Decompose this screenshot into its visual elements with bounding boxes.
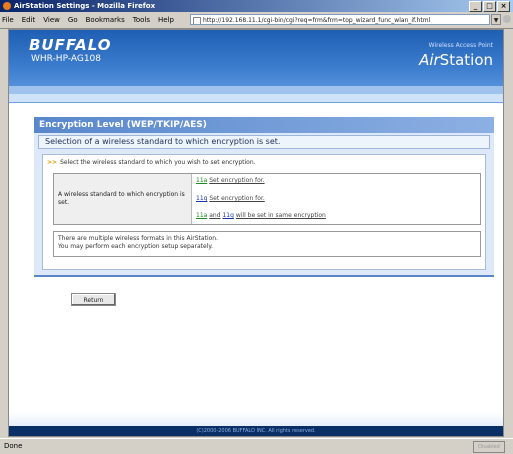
option-11a-11g[interactable]: 11a and 11g will be set in same encrypti… <box>196 212 326 219</box>
header-band-light <box>9 94 503 102</box>
model-name: WHR-HP-AG108 <box>31 54 102 64</box>
section-subtitle: Selection of a wireless standard to whic… <box>38 135 490 149</box>
row-label: A wireless standard to which encryption … <box>54 174 192 224</box>
info-note: There are multiple wireless formats in t… <box>53 231 481 257</box>
address-dropdown-icon[interactable]: ▼ <box>491 14 501 25</box>
standard-table: A wireless standard to which encryption … <box>53 173 481 225</box>
option-11g[interactable]: 11g Set encryption for. <box>196 195 265 202</box>
menu-go[interactable]: Go <box>68 16 78 24</box>
menu-help[interactable]: Help <box>158 16 174 24</box>
menu-bookmarks[interactable]: Bookmarks <box>86 16 125 24</box>
maximize-icon[interactable]: □ <box>483 1 496 12</box>
page-icon <box>193 17 201 24</box>
airstation-logo: AirStation <box>419 51 493 69</box>
encryption-card: Encryption Level (WEP/TKIP/AES) Selectio… <box>34 117 494 277</box>
status-text: Done <box>4 442 23 450</box>
status-indicator: Disabled <box>473 441 505 453</box>
menu-file[interactable]: File <box>2 16 14 24</box>
menu-bar: File Edit View Go Bookmarks Tools Help h… <box>0 13 513 29</box>
return-button[interactable]: Return <box>71 293 116 306</box>
address-text: http://192.168.11.1/cgi-bin/cgi?req=frm&… <box>203 17 431 24</box>
header-band <box>9 86 503 94</box>
menu-view[interactable]: View <box>43 16 60 24</box>
copyright-footer: (C)2000-2006 BUFFALO INC. All rights res… <box>9 426 503 436</box>
address-input[interactable]: http://192.168.11.1/cgi-bin/cgi?req=frm&… <box>190 14 490 25</box>
menu-edit[interactable]: Edit <box>22 16 36 24</box>
window-titlebar: AirStation Settings - Mozilla Firefox _ … <box>0 0 513 12</box>
close-icon[interactable]: × <box>497 1 510 12</box>
window-title: AirStation Settings - Mozilla Firefox <box>14 2 156 10</box>
footer-band <box>9 412 503 426</box>
buffalo-logo: BUFFALO <box>29 36 112 54</box>
hint-text: >> Select the wireless standard to which … <box>47 159 256 166</box>
selection-panel: >> Select the wireless standard to which … <box>42 154 486 270</box>
arrow-icon: >> <box>47 159 58 166</box>
firefox-icon <box>3 2 11 10</box>
page-viewport: BUFFALO WHR-HP-AG108 Wireless Access Poi… <box>8 29 504 437</box>
section-title: Encryption Level (WEP/TKIP/AES) <box>34 117 494 133</box>
stop-icon[interactable] <box>503 15 511 23</box>
status-bar: Done Disabled <box>0 438 513 454</box>
menu-tools[interactable]: Tools <box>133 16 150 24</box>
window-controls: _ □ × <box>469 1 510 12</box>
option-11a[interactable]: 11a Set encryption for. <box>196 177 265 184</box>
minimize-icon[interactable]: _ <box>469 1 482 12</box>
tagline: Wireless Access Point <box>428 42 493 49</box>
